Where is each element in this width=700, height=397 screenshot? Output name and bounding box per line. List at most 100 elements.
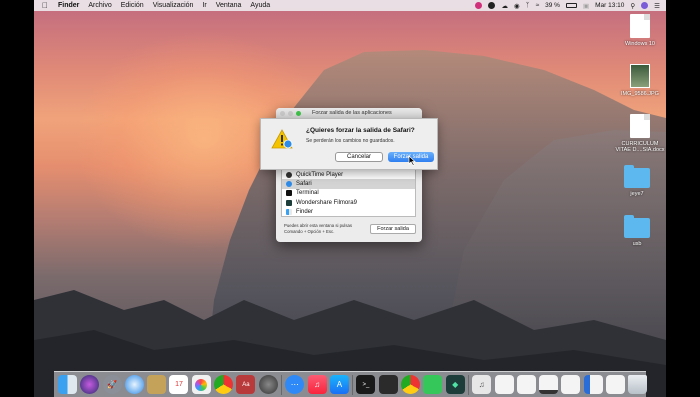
chrome2-icon[interactable] [401, 375, 421, 394]
desktop-item-jeye7[interactable]: jeye7 [612, 165, 662, 197]
desktop-item-curriculum[interactable]: CURRICULUM VITAE D....SIA.docx [615, 114, 665, 153]
terminal-icon[interactable]: >_ [356, 375, 376, 394]
list-item[interactable]: Safari [282, 179, 415, 189]
dock: 🚀 17 Aa ⋯ ♫ A >_ ◆ ♫ [54, 371, 648, 397]
siri-icon[interactable] [80, 375, 100, 394]
list-item[interactable]: Terminal [282, 189, 415, 198]
window-title: Forzar salida de las aplicaciones [312, 110, 392, 116]
document4-icon[interactable] [539, 375, 559, 394]
menu-ir[interactable]: Ir [202, 2, 206, 9]
finder-icon[interactable] [58, 375, 77, 394]
search-icon[interactable]: ⚲ [630, 2, 635, 10]
screenshot-icon[interactable] [378, 375, 398, 394]
cloud-icon[interactable]: ☁ [501, 2, 508, 10]
notification-center-icon[interactable]: ☰ [654, 2, 660, 10]
quicktime-icon[interactable] [258, 375, 278, 394]
status-icon-2[interactable]: ◉ [514, 2, 520, 10]
letterbox-left [0, 0, 34, 397]
screen-recorder-icon[interactable] [475, 2, 483, 9]
shortcut-hint: Puedes abrir esta ventana si pulsas Coma… [284, 223, 362, 234]
photos-icon[interactable] [191, 375, 211, 394]
list-item[interactable]: QuickTime Player [282, 170, 415, 179]
menu-finder[interactable]: Finder [58, 2, 79, 9]
folder-icon [624, 215, 650, 238]
desktop-item-label: IMG_9586.JPG [621, 91, 659, 97]
bluetooth-icon[interactable]: ᛉ [526, 2, 530, 9]
status-icon[interactable] [488, 2, 496, 9]
app-list: QuickTime Player Safari Terminal Wonders… [281, 169, 416, 217]
dock-separator [280, 374, 282, 395]
force-quit-button[interactable]: Forzar salida [370, 224, 416, 234]
calendar-icon[interactable]: 17 [169, 375, 189, 394]
list-item-label: QuickTime Player [296, 171, 344, 178]
list-item-label: Finder [296, 209, 314, 216]
music-icon[interactable]: ♫ [307, 375, 327, 394]
dictionary-icon[interactable]: Aa [236, 375, 256, 394]
mouse-pointer-icon [408, 156, 416, 166]
document2-icon[interactable] [494, 375, 514, 394]
list-item[interactable]: Wondershare Filmora9 [282, 198, 415, 207]
safari-icon[interactable] [124, 375, 144, 394]
filmora-icon [286, 199, 292, 206]
desktop:  Finder Archivo Edición Visualización I… [34, 0, 666, 397]
flag-icon[interactable]: ▣ [583, 2, 589, 10]
photo-icon [630, 64, 650, 88]
desktop-item-label: jeye7 [630, 191, 644, 197]
menu-edicion[interactable]: Edición [121, 2, 144, 9]
desktop-item-label: usb [632, 241, 642, 247]
desktop-item-usb[interactable]: usb [612, 215, 662, 247]
terminal-icon [286, 190, 292, 197]
messages-icon[interactable]: ⋯ [285, 375, 305, 394]
launchpad-icon[interactable]: 🚀 [102, 375, 122, 394]
menu-visualizacion[interactable]: Visualización [153, 2, 194, 9]
hint-line: Comando + Opción + Esc. [284, 228, 335, 234]
apple-menu-icon[interactable]:  [42, 1, 48, 10]
desktop-item-label: Windows 10 [625, 41, 655, 47]
letterbox-right [666, 0, 700, 397]
window-titlebar: Forzar salida de las aplicaciones [276, 108, 422, 118]
list-item-label: Safari [296, 181, 312, 188]
hint-line: Puedes abrir esta ventana si pulsas [284, 223, 353, 228]
list-item[interactable]: Finder [282, 208, 415, 217]
battery-icon[interactable] [565, 3, 577, 8]
dialog-title: ¿Quieres forzar la salida de Safari? [306, 127, 415, 134]
document3-icon[interactable] [516, 375, 536, 394]
wifi-icon[interactable]: ≈ [536, 2, 540, 9]
folder-icon [624, 165, 650, 188]
facetime-icon[interactable] [423, 375, 443, 394]
warning-icon [271, 129, 293, 149]
list-item-label: Wondershare Filmora9 [296, 199, 357, 206]
menu-ayuda[interactable]: Ayuda [250, 2, 270, 9]
dock-separator [467, 374, 469, 395]
minimize-button[interactable] [288, 110, 293, 116]
menu-archivo[interactable]: Archivo [88, 2, 111, 9]
docx-icon [630, 114, 650, 138]
siri-icon[interactable] [641, 2, 649, 9]
document7-icon[interactable] [606, 375, 626, 394]
trash-icon[interactable] [628, 375, 648, 394]
desktop-item-label: VITAE D....SIA.docx [615, 147, 665, 153]
document-icon [630, 14, 650, 38]
finder-icon [286, 209, 292, 216]
cancel-button[interactable]: Cancelar [335, 152, 383, 162]
dock-separator [352, 374, 354, 395]
menu-ventana[interactable]: Ventana [216, 2, 242, 9]
safari-icon [286, 181, 292, 188]
desktop-item-windows10[interactable]: Windows 10 [615, 14, 665, 47]
quicktime-icon [286, 171, 292, 178]
close-button[interactable] [280, 110, 285, 116]
battery-percent[interactable]: 39 % [545, 2, 560, 9]
appstore-icon[interactable]: A [329, 375, 349, 394]
document6-icon[interactable] [583, 375, 603, 394]
chrome-icon[interactable] [214, 375, 234, 394]
document5-icon[interactable] [561, 375, 581, 394]
zoom-button[interactable] [296, 110, 301, 116]
dialog-message: Se perderán los cambios no guardados. [306, 138, 395, 144]
list-item-label: Terminal [296, 190, 319, 197]
clock[interactable]: Mar 13:10 [595, 2, 624, 9]
document1-icon[interactable]: ♫ [472, 375, 492, 394]
filmora-icon[interactable]: ◆ [445, 375, 465, 394]
desktop-item-img[interactable]: IMG_9586.JPG [615, 64, 665, 97]
menu-bar:  Finder Archivo Edición Visualización I… [34, 0, 666, 11]
notes-icon[interactable] [147, 375, 167, 394]
